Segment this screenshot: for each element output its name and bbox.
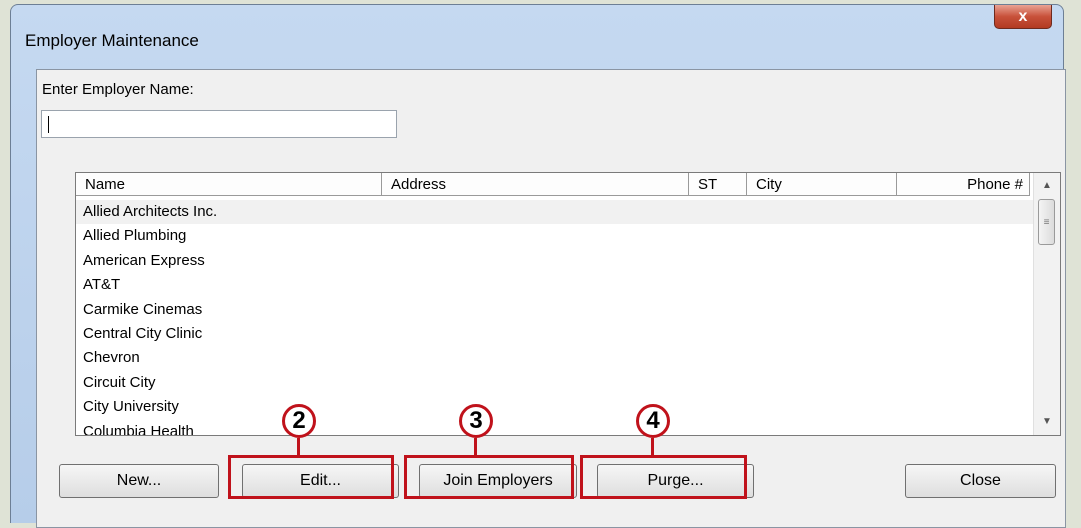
- list-rows: Allied Architects Inc. Allied Plumbing A…: [76, 200, 1034, 435]
- new-button[interactable]: New...: [59, 464, 219, 498]
- column-header-phone[interactable]: Phone #: [897, 173, 1030, 196]
- list-item[interactable]: AT&T: [76, 273, 1034, 297]
- callout-2-badge: 2: [282, 404, 316, 438]
- callout-2-stem: [297, 438, 300, 456]
- scroll-up-icon[interactable]: ▲: [1034, 175, 1060, 197]
- list-item[interactable]: Columbia Health: [76, 420, 1034, 435]
- callout-4-badge: 4: [636, 404, 670, 438]
- column-header-city[interactable]: City: [747, 173, 897, 196]
- list-item[interactable]: Carmike Cinemas: [76, 298, 1034, 322]
- column-header-address[interactable]: Address: [382, 173, 689, 196]
- edit-highlight-box: [228, 455, 394, 499]
- window-title: Employer Maintenance: [25, 31, 199, 50]
- employer-name-input[interactable]: [41, 110, 397, 138]
- scroll-thumb[interactable]: ≡: [1038, 199, 1055, 245]
- list-item[interactable]: Central City Clinic: [76, 322, 1034, 346]
- column-header-st[interactable]: ST: [689, 173, 747, 196]
- close-button[interactable]: Close: [905, 464, 1056, 498]
- callout-4-stem: [651, 438, 654, 456]
- list-header: Name Address ST City Phone #: [76, 173, 1034, 197]
- join-highlight-box: [404, 455, 574, 499]
- list-item[interactable]: City University: [76, 395, 1034, 419]
- purge-highlight-box: [580, 455, 747, 499]
- scroll-down-icon[interactable]: ▼: [1034, 411, 1060, 433]
- column-header-name[interactable]: Name: [76, 173, 382, 196]
- employer-name-label: Enter Employer Name:: [42, 81, 194, 98]
- list-item[interactable]: Allied Architects Inc.: [76, 200, 1034, 225]
- list-item[interactable]: Chevron: [76, 346, 1034, 370]
- vertical-scrollbar[interactable]: ▲ ≡ ▼: [1033, 173, 1060, 435]
- employer-maintenance-window: Employer Maintenance x Enter Employer Na…: [10, 4, 1066, 528]
- callout-3-stem: [474, 438, 477, 456]
- list-item[interactable]: American Express: [76, 249, 1034, 273]
- callout-3-badge: 3: [459, 404, 493, 438]
- text-caret: [48, 116, 49, 133]
- list-item[interactable]: Allied Plumbing: [76, 224, 1034, 248]
- employer-list[interactable]: Name Address ST City Phone # Allied Arch…: [75, 172, 1061, 436]
- list-item[interactable]: Circuit City: [76, 371, 1034, 395]
- window-close-icon[interactable]: x: [994, 5, 1052, 29]
